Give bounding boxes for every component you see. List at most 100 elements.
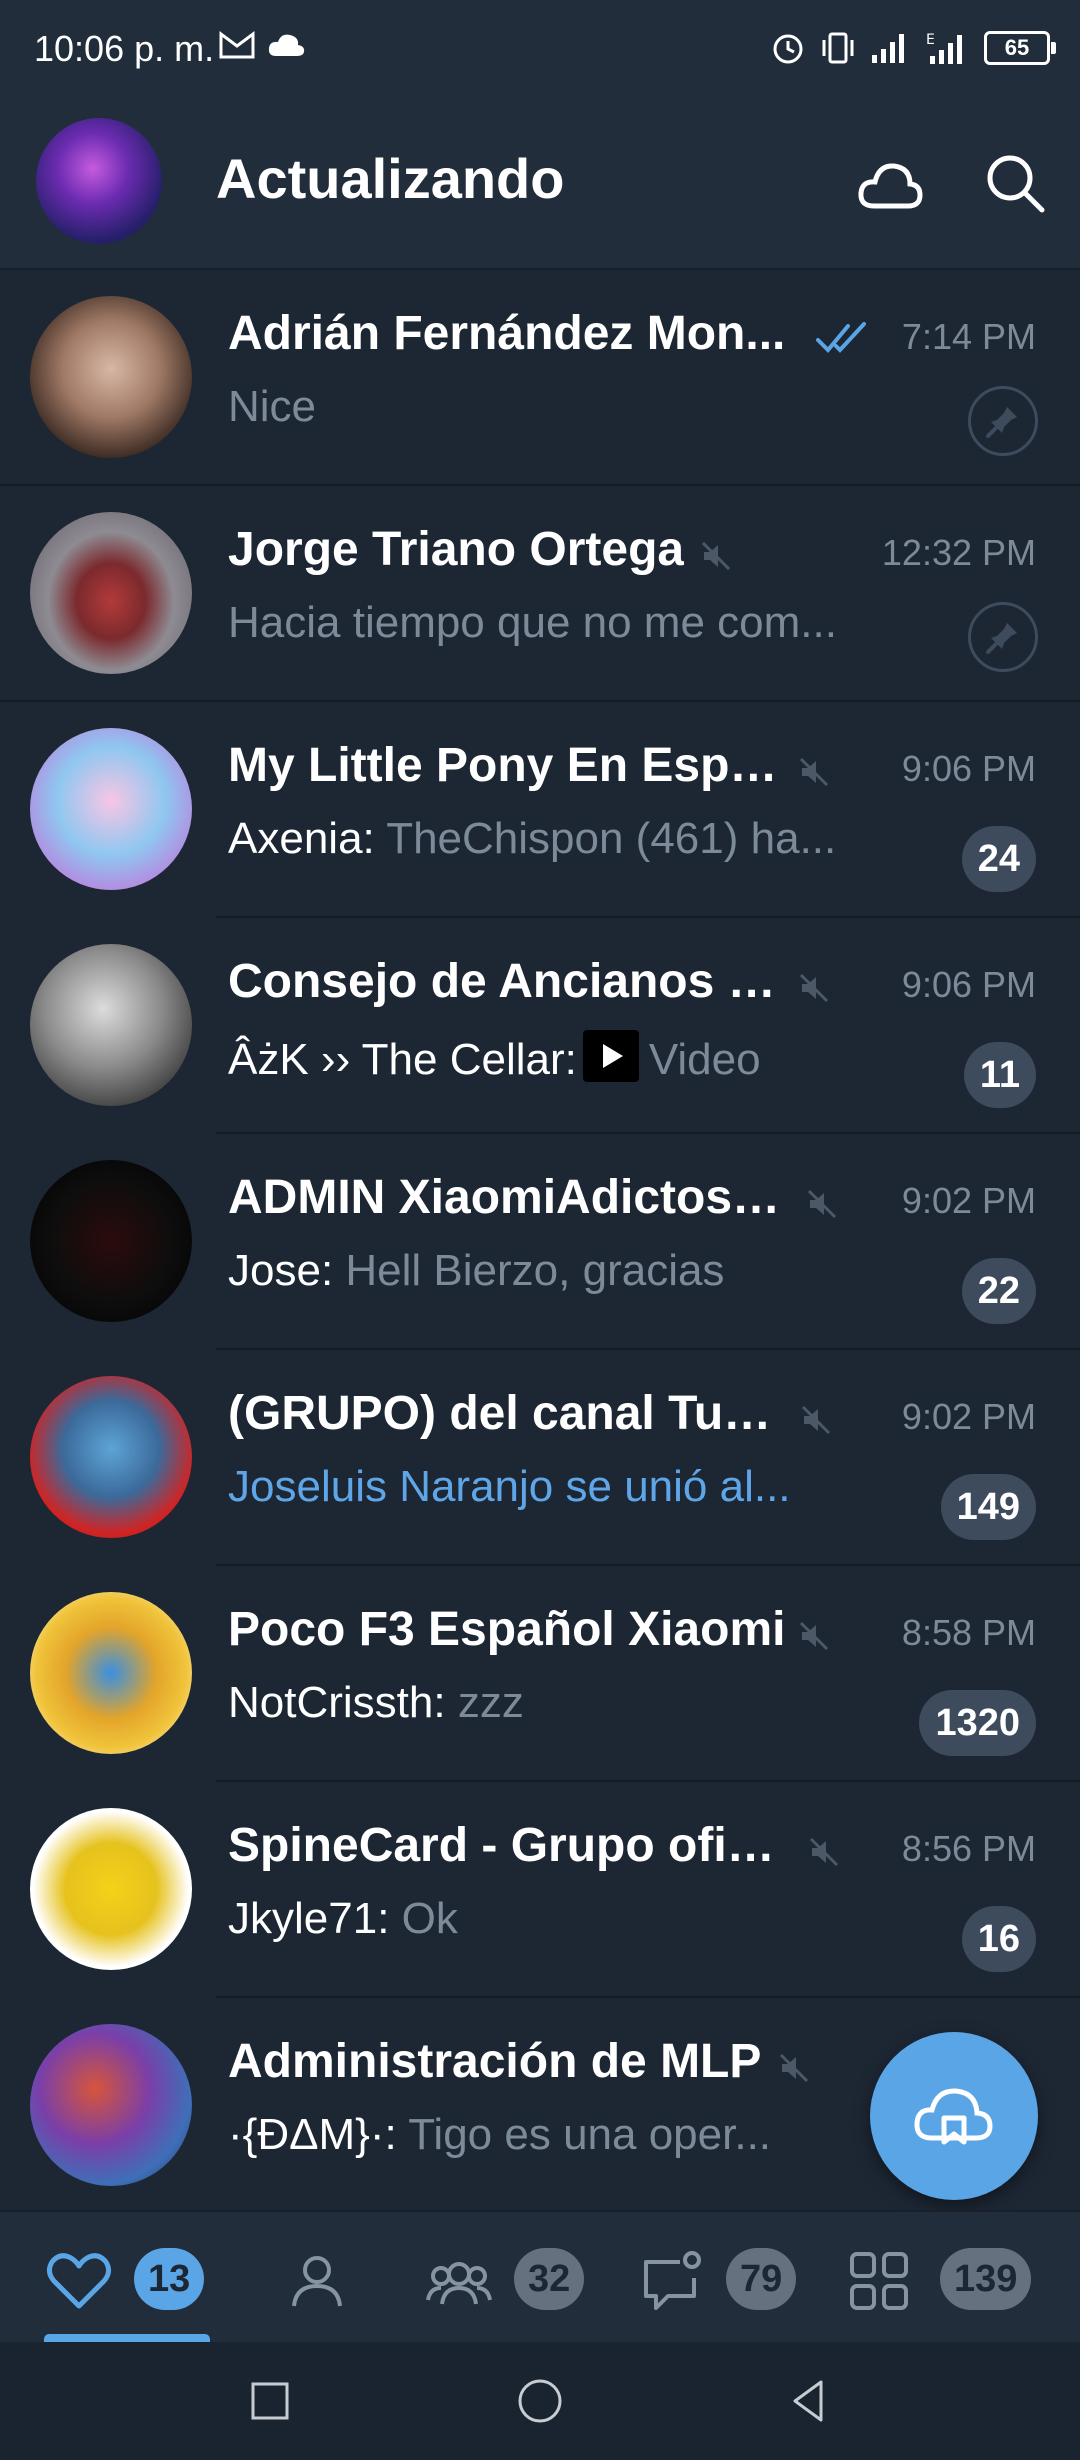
message-text: Ok (401, 1894, 458, 1943)
tab-contacts[interactable] (216, 2212, 376, 2344)
unread-badge: 11 (963, 1042, 1036, 1108)
chat-row[interactable]: Consejo de Ancianos c... 9:06 PM ÂżK ›› … (0, 918, 1080, 1134)
video-play-icon (582, 1030, 639, 1082)
message-text: Hacia tiempo que no me com... (228, 598, 837, 647)
chat-name: SpineCard - Grupo ofici... (228, 1819, 788, 1872)
alarm-icon (773, 34, 803, 64)
chat-row[interactable]: Adrián Fernández Mon... 7:14 PM Nice (0, 270, 1080, 486)
back-button[interactable] (785, 2376, 835, 2426)
status-right-icons: E 65 (770, 30, 1056, 66)
chat-row[interactable]: ADMIN XiaomiAdictos-... 9:02 PM Jose: He… (0, 1134, 1080, 1350)
chat-message: Hacia tiempo que no me com... (228, 598, 837, 648)
tab-chats[interactable]: 79 (630, 2212, 820, 2344)
tab-badge: 139 (940, 2248, 1032, 2310)
heart-icon (46, 2253, 112, 2309)
chat-message: Jkyle71: Ok (228, 1894, 458, 1944)
group-icon (426, 2262, 492, 2305)
avatar (30, 1592, 192, 1754)
chat-row[interactable]: Jorge Triano Ortega 12:32 PM Hacia tiemp… (0, 486, 1080, 702)
message-sender: ÂżK ›› The Cellar: (228, 1035, 577, 1084)
home-button[interactable] (515, 2376, 565, 2426)
chat-bubble-icon (644, 2251, 701, 2310)
mute-icon (799, 757, 829, 787)
chat-name: Administración de MLP (228, 2035, 762, 2088)
mute-icon (809, 1837, 839, 1867)
tab-all[interactable]: 139 (840, 2212, 1060, 2344)
vibrate-icon (822, 32, 854, 64)
mute-icon (799, 1621, 829, 1651)
system-nav-bar (0, 2342, 1080, 2460)
chat-message: ·{ÐΔM}·: Tigo es una oper... (228, 2110, 771, 2160)
avatar (30, 1160, 192, 1322)
cloud-icon[interactable] (854, 148, 926, 220)
chat-message: Joseluis Naranjo se unió al... (228, 1462, 791, 1512)
avatar (30, 512, 192, 674)
chat-time: 12:32 PM (881, 532, 1036, 573)
tab-badge: 32 (514, 2248, 585, 2310)
recents-button[interactable] (245, 2376, 295, 2426)
chat-name: Poco F3 Español Xiaomi (228, 1603, 786, 1656)
search-icon[interactable] (980, 148, 1052, 220)
message-text: Joseluis Naranjo se unió al... (228, 1462, 791, 1511)
cloud-bookmark-icon (914, 2088, 993, 2145)
avatar (30, 296, 192, 458)
chat-time: 8:56 PM (901, 1828, 1036, 1869)
avatar (30, 1808, 192, 1970)
chat-message: Axenia: TheChispon (461) ha... (228, 814, 836, 864)
message-sender: Jkyle71: (228, 1894, 390, 1943)
double-check-icon (816, 322, 866, 353)
chat-time: 9:06 PM (901, 748, 1036, 789)
avatar (30, 1376, 192, 1538)
chat-row[interactable]: SpineCard - Grupo ofici... 8:56 PM Jkyle… (0, 1782, 1080, 1998)
tab-favorites[interactable]: 13 (0, 2212, 216, 2344)
chat-time: 9:02 PM (901, 1396, 1036, 1437)
chat-row[interactable]: Poco F3 Español Xiaomi 8:58 PM NotCrisst… (0, 1566, 1080, 1782)
message-text: Video (648, 1035, 761, 1084)
person-icon (292, 2256, 342, 2307)
unread-badge: 149 (940, 1474, 1036, 1540)
chat-name: Consejo de Ancianos c... (228, 955, 788, 1008)
tab-badge: 79 (726, 2248, 797, 2310)
chat-name: ADMIN XiaomiAdictos-... (228, 1171, 788, 1224)
chat-message: NotCrissth: zzz (228, 1678, 524, 1728)
chat-name: Adrián Fernández Mon... (228, 307, 786, 360)
chat-row[interactable]: My Little Pony En Espa... 9:06 PM Axenia… (0, 702, 1080, 918)
chat-name: Jorge Triano Ortega (228, 523, 685, 576)
profile-avatar[interactable] (36, 118, 162, 244)
message-sender: Jose: (228, 1246, 334, 1295)
chat-name: My Little Pony En Espa... (228, 739, 788, 792)
cloud-sync-fab[interactable] (870, 2032, 1038, 2200)
message-sender: Axenia: (228, 814, 375, 863)
app-bar: Actualizando (0, 100, 1080, 270)
pin-icon (968, 386, 1038, 456)
mute-icon (779, 2053, 809, 2083)
chat-message: Jose: Hell Bierzo, gracias (228, 1246, 724, 1296)
tab-groups[interactable]: 32 (410, 2212, 610, 2344)
chat-time: 8:58 PM (901, 1612, 1036, 1653)
unread-badge: 16 (961, 1906, 1036, 1972)
message-text: zzz (457, 1678, 524, 1727)
chat-message: ÂżK ›› The Cellar: Video (228, 1030, 761, 1085)
grid-icon (850, 2252, 908, 2310)
chat-row[interactable]: (GRUPO) del canal Tub... 9:02 PM Joselui… (0, 1350, 1080, 1566)
mute-icon (799, 973, 829, 1003)
chat-list: Adrián Fernández Mon... 7:14 PM Nice Jor… (0, 270, 1080, 2210)
signal-icon (872, 34, 904, 63)
folder-tab-bar: 13 32 79 139 (0, 2210, 1080, 2344)
unread-badge: 22 (961, 1258, 1036, 1324)
chat-name: (GRUPO) del canal Tub... (228, 1387, 788, 1440)
chat-time: 9:06 PM (901, 964, 1036, 1005)
cloud-icon (268, 34, 305, 56)
mute-icon (807, 1189, 837, 1219)
svg-text:E: E (926, 32, 935, 48)
mute-icon (701, 541, 731, 571)
message-text: Nice (228, 382, 317, 431)
avatar (30, 728, 192, 890)
message-text: Tigo es una oper... (408, 2110, 772, 2159)
battery-indicator: 65 (984, 31, 1056, 65)
message-sender: ·{ÐΔM}·: (228, 2110, 397, 2159)
pin-icon (968, 602, 1038, 672)
chat-time: 7:14 PM (901, 316, 1036, 357)
chat-time: 9:02 PM (901, 1180, 1036, 1221)
tab-badge: 13 (134, 2248, 205, 2310)
